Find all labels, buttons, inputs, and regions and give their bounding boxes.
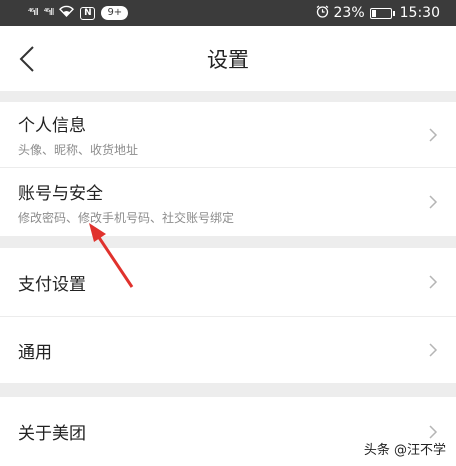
status-time: 15:30: [399, 5, 440, 21]
menu-item-text: 个人信息 头像、昵称、收货地址: [18, 111, 138, 158]
status-bar: ⁴⁶ıll ⁴⁶ıll N 9+ 23% 15:30: [0, 0, 456, 26]
menu-item-title: 个人信息: [18, 116, 86, 136]
signal-icon: ⁴⁶ıll: [28, 8, 39, 18]
settings-group-account: 个人信息 头像、昵称、收货地址 账号与安全 修改密码、修改手机号码、社交账号绑定: [0, 102, 456, 236]
chevron-right-icon: [429, 424, 438, 439]
back-button[interactable]: [14, 44, 40, 74]
menu-item-account-security[interactable]: 账号与安全 修改密码、修改手机号码、社交账号绑定: [0, 168, 456, 236]
menu-item-personal-info[interactable]: 个人信息 头像、昵称、收货地址: [0, 102, 456, 168]
menu-item-title: 支付设置: [18, 274, 86, 295]
nav-bar: 设置: [0, 26, 456, 91]
menu-item-title: 通用: [18, 342, 52, 363]
menu-item-subtitle: 修改密码、修改手机号码、社交账号绑定: [18, 210, 235, 225]
chevron-right-icon: [429, 127, 438, 142]
wifi-icon: [59, 5, 75, 21]
nfc-icon: N: [80, 6, 96, 20]
alarm-icon: [316, 5, 329, 22]
battery-fill: [371, 9, 376, 17]
chevron-right-icon: [429, 343, 438, 357]
battery-icon: [369, 7, 395, 19]
chevron-right-icon: [429, 275, 438, 289]
menu-item-title: 账号与安全: [18, 183, 103, 204]
menu-item-text: 账号与安全 修改密码、修改手机号码、社交账号绑定: [18, 179, 234, 226]
menu-item-title: 关于美团: [18, 424, 86, 444]
menu-item-subtitle: 头像、昵称、收货地址: [18, 143, 139, 157]
menu-item-payment[interactable]: 支付设置: [0, 248, 456, 317]
watermark: 头条 @汪不学: [361, 439, 448, 458]
signal-icon-2: ⁴⁶ıll: [43, 8, 55, 18]
chevron-left-icon: [19, 46, 34, 72]
battery-percent: 23%: [333, 5, 365, 21]
notification-badge: 9+: [101, 6, 129, 20]
page-title: 设置: [207, 47, 249, 72]
settings-group-general: 支付设置 通用: [0, 248, 456, 383]
status-right: 23% 15:30: [316, 5, 440, 22]
chevron-right-icon: [429, 195, 438, 209]
status-left: ⁴⁶ıll ⁴⁶ıll N 9+: [28, 5, 129, 21]
menu-item-general[interactable]: 通用: [0, 317, 456, 383]
